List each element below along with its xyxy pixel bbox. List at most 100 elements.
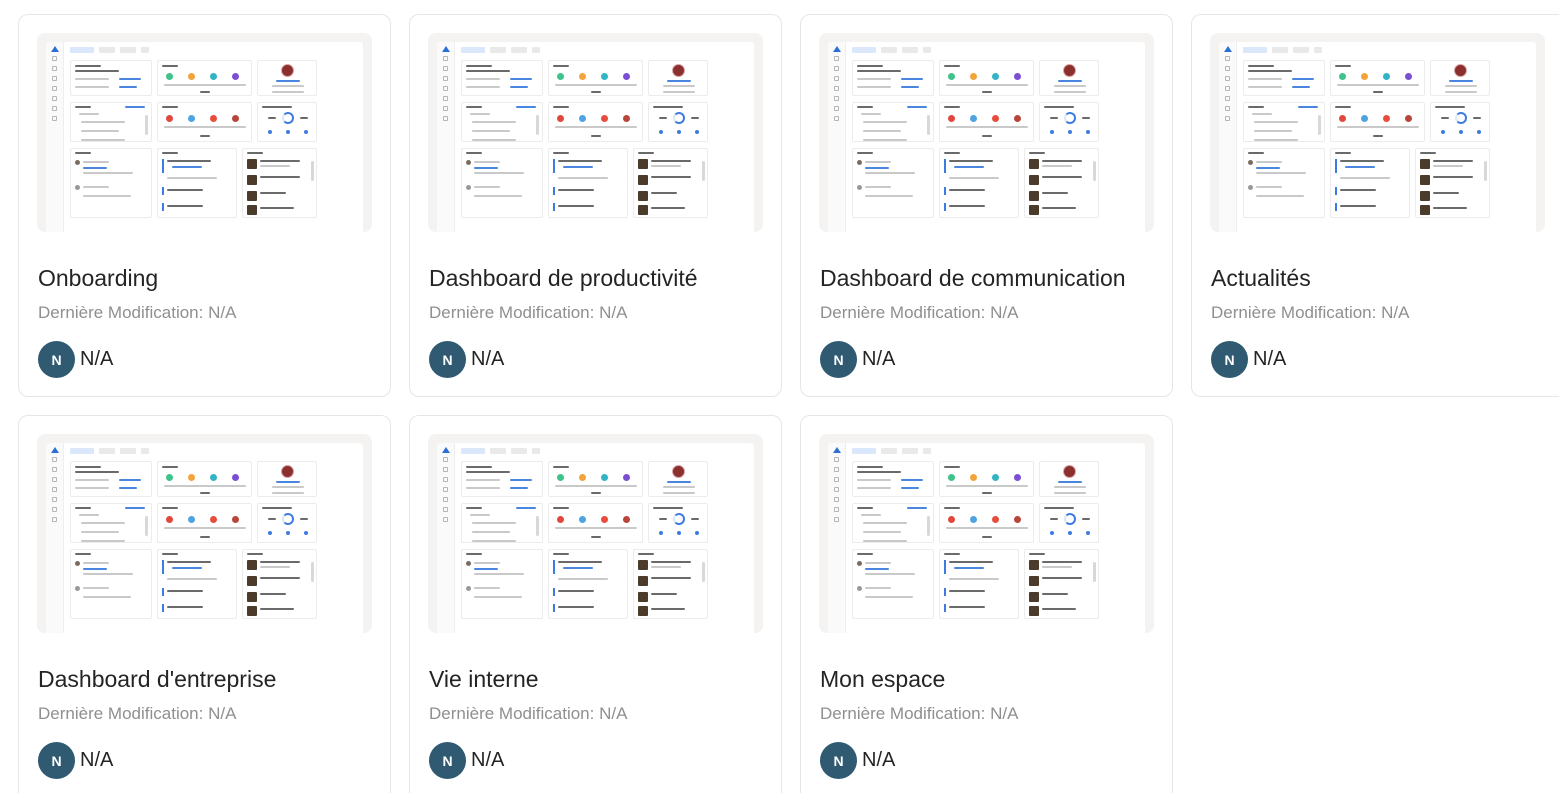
template-preview	[37, 434, 372, 633]
preview-shape	[1405, 73, 1412, 80]
preview-shape	[461, 47, 485, 53]
preview-shape	[51, 46, 59, 52]
preview-shape	[1337, 84, 1419, 86]
template-card-communication[interactable]: Dashboard de communication Dernière Modi…	[800, 14, 1173, 397]
preview-shape	[1086, 531, 1090, 535]
preview-shape	[157, 503, 252, 543]
template-card-vie-interne[interactable]: Vie interne Dernière Modification: N/A N…	[409, 415, 782, 793]
dashboard-preview-image	[828, 42, 1145, 232]
preview-shape	[901, 487, 919, 489]
preview-shape	[466, 185, 471, 190]
preview-shape	[75, 70, 119, 72]
card-owner: N N/A	[820, 742, 895, 779]
card-last-modified: Dernière Modification: N/A	[820, 704, 1019, 723]
preview-shape	[286, 531, 290, 535]
preview-shape	[944, 159, 946, 173]
template-card-productivite[interactable]: Dashboard de productivité Dernière Modif…	[409, 14, 782, 397]
preview-shape	[461, 148, 543, 218]
preview-shape	[833, 46, 841, 52]
preview-shape	[563, 567, 593, 569]
preview-shape	[1430, 60, 1490, 96]
preview-shape	[881, 47, 897, 53]
preview-shape	[673, 513, 685, 525]
preview-shape	[553, 65, 569, 67]
preview-shape	[834, 86, 839, 91]
preview-shape	[52, 457, 57, 462]
preview-shape	[472, 139, 516, 141]
preview-shape	[852, 102, 934, 142]
template-preview	[819, 434, 1154, 633]
preview-shape	[282, 513, 294, 525]
preview-shape	[1225, 86, 1230, 91]
preview-shape	[247, 592, 257, 602]
preview-shape	[81, 531, 119, 533]
preview-shape	[257, 102, 317, 142]
preview-shape	[120, 47, 136, 53]
preview-shape	[623, 73, 630, 80]
preview-shape	[83, 172, 133, 174]
preview-shape	[1029, 592, 1039, 602]
preview-shape	[510, 86, 528, 88]
preview-shape	[1339, 73, 1346, 80]
preview-shape	[601, 516, 608, 523]
preview-shape	[474, 172, 524, 174]
template-card-onboarding[interactable]: Onboarding Dernière Modification: N/A N …	[18, 14, 391, 397]
preview-shape	[75, 106, 91, 108]
avatar: N	[38, 341, 75, 378]
preview-shape	[1243, 47, 1322, 53]
card-title: Vie interne	[429, 666, 539, 692]
template-card-actualites[interactable]: Actualités Dernière Modification: N/A N …	[1191, 14, 1559, 397]
preview-shape	[162, 553, 178, 555]
preview-shape	[1054, 492, 1086, 494]
preview-shape	[490, 47, 506, 53]
preview-shape	[852, 47, 931, 53]
preview-shape	[164, 126, 246, 128]
preview-shape	[442, 447, 450, 453]
preview-shape	[601, 73, 608, 80]
preview-shape	[276, 80, 300, 82]
template-card-mon-espace[interactable]: Mon espace Dernière Modification: N/A N …	[800, 415, 1173, 793]
preview-shape	[70, 148, 152, 218]
preview-shape	[970, 474, 977, 481]
preview-shape	[83, 568, 107, 570]
preview-shape	[1477, 130, 1481, 134]
preview-shape	[944, 187, 946, 195]
preview-shape	[162, 507, 178, 509]
preview-shape	[553, 152, 569, 154]
preview-shape	[1339, 115, 1346, 122]
preview-shape	[1340, 177, 1390, 179]
preview-shape	[695, 130, 699, 134]
preview-shape	[75, 471, 119, 473]
card-last-modified: Dernière Modification: N/A	[429, 704, 628, 723]
preview-shape	[638, 191, 648, 201]
preview-shape	[260, 561, 300, 563]
preview-shape	[46, 42, 64, 232]
preview-shape	[1243, 60, 1325, 96]
preview-shape	[982, 91, 992, 93]
preview-shape	[157, 148, 237, 218]
preview-shape	[461, 448, 485, 454]
preview-shape	[83, 587, 109, 589]
preview-shape	[553, 466, 569, 468]
preview-shape	[281, 465, 294, 478]
preview-shape	[474, 568, 498, 570]
preview-shape	[162, 588, 164, 596]
preview-shape	[651, 608, 685, 610]
preview-shape	[651, 192, 677, 194]
preview-shape	[443, 66, 448, 71]
preview-shape	[1433, 165, 1463, 167]
preview-shape	[944, 466, 960, 468]
preview-shape	[1225, 96, 1230, 101]
preview-shape	[1256, 161, 1282, 163]
preview-shape	[954, 567, 984, 569]
preview-shape	[651, 561, 691, 563]
template-card-entreprise[interactable]: Dashboard d'entreprise Dernière Modifica…	[18, 415, 391, 793]
preview-shape	[52, 96, 57, 101]
preview-shape	[834, 96, 839, 101]
preview-shape	[166, 115, 173, 122]
preview-shape	[857, 466, 883, 468]
preview-shape	[1225, 56, 1230, 61]
preview-shape	[1042, 176, 1082, 178]
preview-shape	[1093, 562, 1096, 582]
preview-shape	[260, 577, 300, 579]
